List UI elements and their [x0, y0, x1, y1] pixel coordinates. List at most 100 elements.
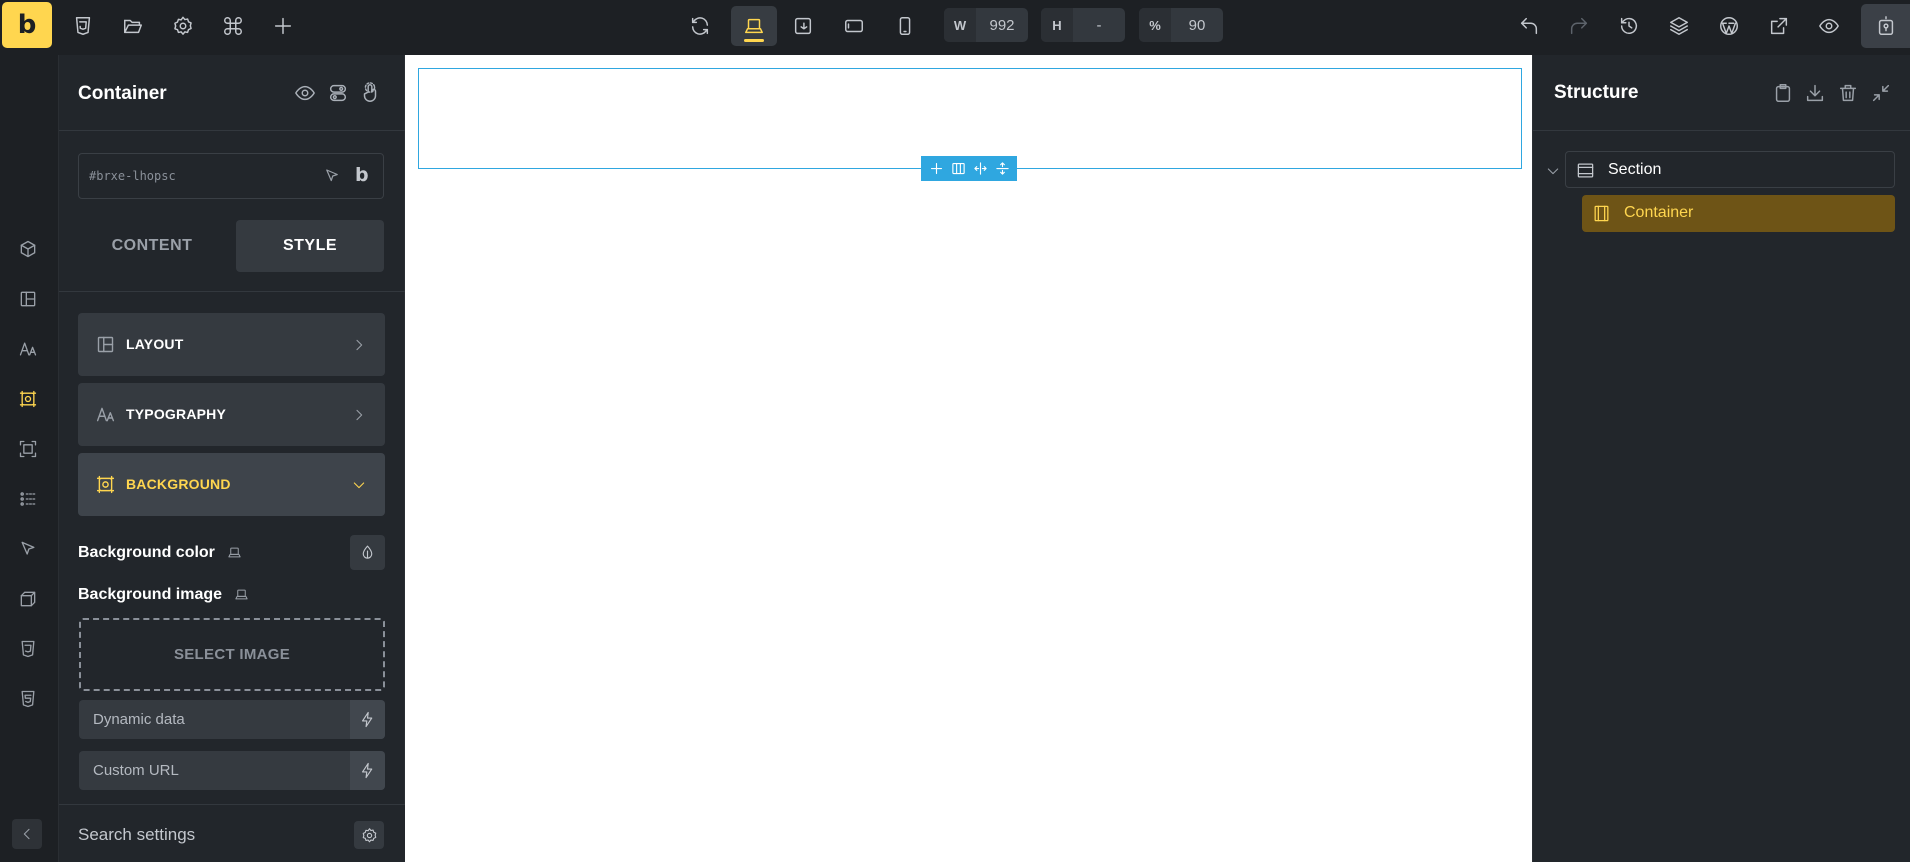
preview-eye-icon[interactable]: [1809, 6, 1849, 46]
refresh-icon[interactable]: [680, 6, 720, 46]
typography-icon: [95, 404, 116, 425]
top-toolbar: b W 992 H - % 90: [0, 0, 1910, 55]
layers-templates-icon[interactable]: [1659, 6, 1699, 46]
panel-divider: [59, 130, 405, 131]
dynamic-data-placeholder: Dynamic data: [93, 711, 185, 728]
background-icon: [95, 474, 116, 495]
rail-border-icon[interactable]: [16, 437, 40, 461]
wordpress-icon[interactable]: [1709, 6, 1749, 46]
add-element-icon[interactable]: [929, 161, 944, 176]
structure-item-container[interactable]: Container: [1582, 195, 1895, 232]
settings-gear-icon[interactable]: [163, 6, 203, 46]
tree-chevron-down-icon[interactable]: [1545, 163, 1561, 179]
rail-transform-icon[interactable]: [16, 587, 40, 611]
structure-item-section[interactable]: Section: [1565, 151, 1895, 188]
background-image-label: Background image: [78, 586, 223, 603]
section-layout[interactable]: LAYOUT: [78, 313, 385, 376]
breakpoint-tablet-landscape-icon[interactable]: [783, 6, 823, 46]
panel-divider: [59, 291, 405, 292]
custom-url-field[interactable]: Custom URL: [79, 751, 385, 790]
section-typography-label: TYPOGRAPHY: [126, 406, 227, 422]
global-class-toggle-icon[interactable]: [327, 82, 349, 104]
hover-state-pointer-icon[interactable]: [359, 82, 381, 104]
rail-html-icon[interactable]: [16, 687, 40, 711]
rail-css-icon[interactable]: [16, 637, 40, 661]
structure-item-label: Section: [1608, 161, 1662, 178]
chevron-right-icon: [351, 337, 367, 353]
trash-icon[interactable]: [1837, 82, 1859, 104]
command-icon[interactable]: [213, 6, 253, 46]
background-color-label: Background color: [78, 544, 215, 561]
chevron-right-icon: [351, 407, 367, 423]
active-breakpoint-indicator: [744, 39, 764, 42]
section-background-label: BACKGROUND: [126, 476, 231, 492]
folder-open-icon[interactable]: [113, 6, 153, 46]
collapse-all-icon[interactable]: [1870, 82, 1892, 104]
layout-icon: [95, 334, 116, 355]
dynamic-data-bolt-icon[interactable]: [350, 700, 385, 739]
select-image-button[interactable]: SELECT IMAGE: [79, 618, 385, 691]
breakpoint-laptop-small-icon: [227, 545, 242, 560]
element-action-toolbar: [921, 156, 1017, 181]
search-settings-input[interactable]: Search settings: [78, 825, 195, 845]
selected-section-outline[interactable]: [418, 68, 1522, 169]
structure-title: Structure: [1554, 82, 1639, 103]
section-icon: [1576, 161, 1595, 180]
element-id-text: #brxe-lhopsc: [89, 169, 176, 183]
breakpoint-tablet-icon[interactable]: [834, 6, 874, 46]
background-color-control: Background color: [78, 544, 242, 562]
redo-icon[interactable]: [1559, 6, 1599, 46]
container-icon: [1592, 204, 1611, 223]
resize-vertical-icon[interactable]: [995, 161, 1010, 176]
resize-horizontal-icon[interactable]: [973, 161, 988, 176]
builder-canvas[interactable]: [405, 55, 1532, 862]
structure-item-label: Container: [1624, 204, 1694, 221]
width-value[interactable]: 992: [976, 8, 1028, 42]
panel-title: Container: [78, 83, 167, 104]
rail-cube-icon[interactable]: [16, 237, 40, 261]
structure-panel: Structure Section Container: [1532, 55, 1910, 862]
bricks-logo-button[interactable]: b: [2, 2, 52, 48]
revision-history-icon[interactable]: [1609, 6, 1649, 46]
color-picker-droplet-icon[interactable]: [350, 535, 385, 570]
css-selector-input[interactable]: #brxe-lhopsc b: [78, 153, 384, 199]
zoom-label: %: [1139, 8, 1171, 42]
undo-icon[interactable]: [1509, 6, 1549, 46]
rail-typography-icon[interactable]: [16, 337, 40, 361]
columns-icon[interactable]: [951, 161, 966, 176]
breakpoint-laptop-icon[interactable]: [731, 6, 777, 46]
css3-icon[interactable]: [63, 6, 103, 46]
download-icon[interactable]: [1804, 82, 1826, 104]
structure-divider: [1533, 130, 1910, 131]
section-typography[interactable]: TYPOGRAPHY: [78, 383, 385, 446]
bricks-class-badge[interactable]: b: [355, 164, 369, 186]
toggle-structure-panel-icon[interactable]: [1861, 4, 1910, 48]
search-settings-bar[interactable]: Search settings: [59, 804, 405, 862]
height-label: H: [1041, 8, 1073, 42]
breakpoint-mobile-icon[interactable]: [885, 6, 925, 46]
canvas-zoom-field[interactable]: % 90: [1139, 8, 1223, 42]
selector-cursor-icon[interactable]: [323, 167, 341, 185]
element-settings-panel: Container #brxe-lhopsc b CONTENT STYLE L…: [59, 55, 405, 862]
custom-url-bolt-icon[interactable]: [350, 751, 385, 790]
height-value[interactable]: -: [1073, 8, 1125, 42]
breakpoint-laptop-small-icon: [234, 587, 249, 602]
tab-content[interactable]: CONTENT: [78, 220, 226, 272]
add-element-plus-icon[interactable]: [263, 6, 303, 46]
canvas-width-field[interactable]: W 992: [944, 8, 1028, 42]
left-icon-rail: [0, 55, 59, 862]
collapse-panel-chevron-left-icon[interactable]: [12, 819, 42, 849]
rail-background-icon[interactable]: [16, 387, 40, 411]
rail-interactions-cursor-icon[interactable]: [16, 537, 40, 561]
visibility-eye-icon[interactable]: [294, 82, 316, 104]
tab-style[interactable]: STYLE: [236, 220, 384, 272]
settings-gear-icon[interactable]: [354, 821, 384, 849]
canvas-height-field[interactable]: H -: [1041, 8, 1125, 42]
rail-layout-icon[interactable]: [16, 287, 40, 311]
rail-dots-icon[interactable]: [16, 487, 40, 511]
zoom-value[interactable]: 90: [1171, 8, 1223, 42]
view-on-frontend-icon[interactable]: [1759, 6, 1799, 46]
dynamic-data-field[interactable]: Dynamic data: [79, 700, 385, 739]
clipboard-paste-icon[interactable]: [1772, 82, 1794, 104]
section-background[interactable]: BACKGROUND: [78, 453, 385, 516]
